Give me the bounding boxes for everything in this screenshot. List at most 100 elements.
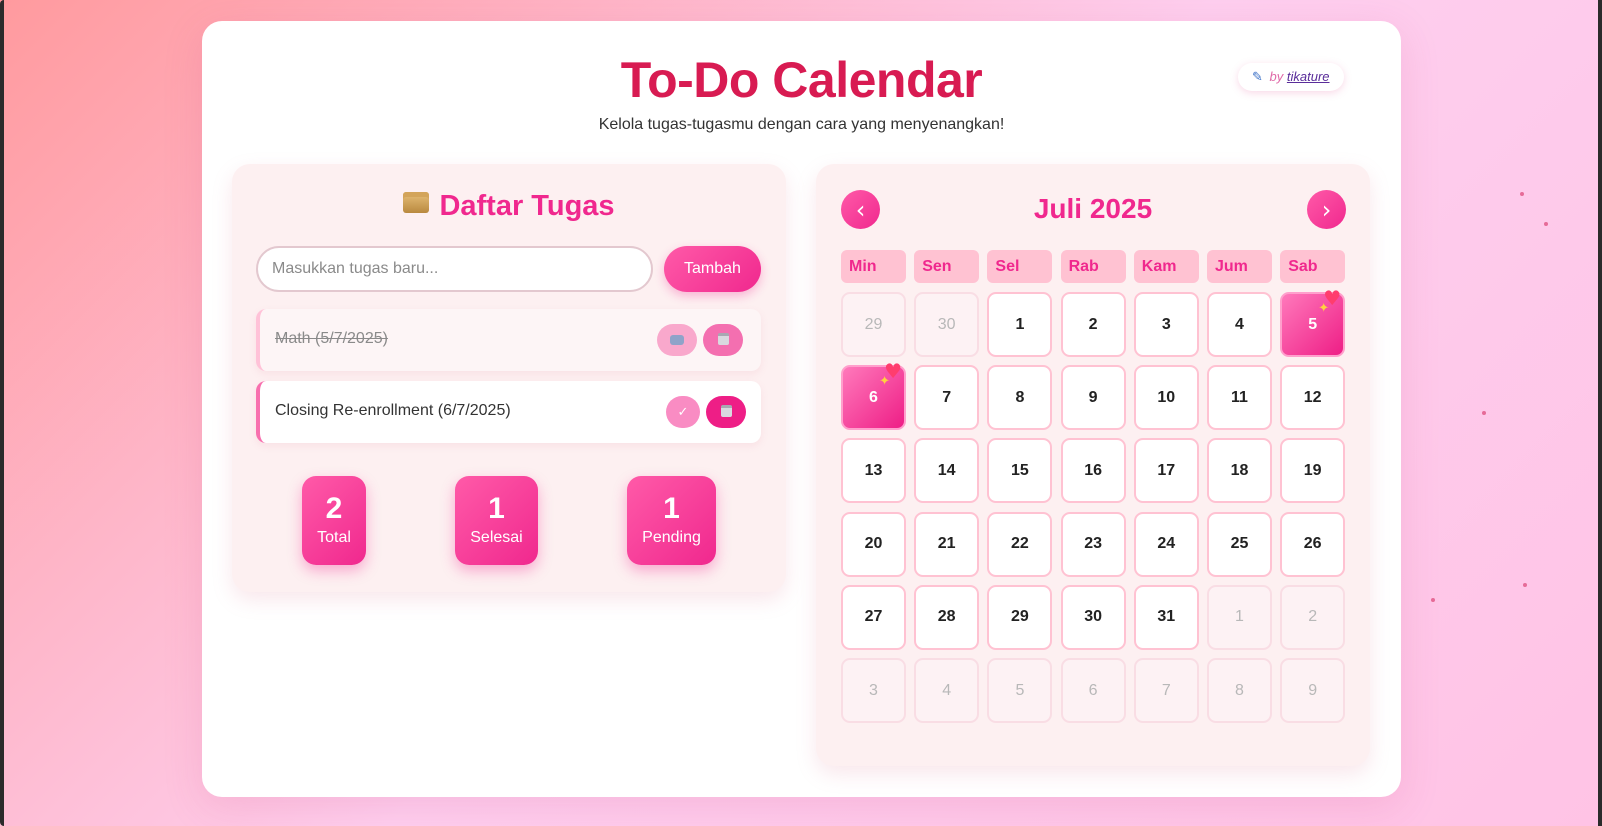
calendar-day-number: 13	[864, 461, 883, 479]
calendar-day-number: 27	[864, 608, 883, 626]
weekday-header: Sab	[1280, 250, 1346, 283]
calendar-day[interactable]: 15	[987, 438, 1053, 504]
background-sparkle	[1482, 411, 1486, 415]
calendar-day[interactable]: 11	[1207, 365, 1272, 431]
task-list-title: Daftar Tugas	[232, 190, 786, 223]
calendar-day[interactable]: 1	[987, 292, 1053, 357]
calendar-day-number: 9	[1308, 681, 1318, 699]
calendar-day-has-task[interactable]: 5 ♥ ✦	[1280, 288, 1346, 357]
calendar-day[interactable]: 13	[841, 438, 906, 504]
calendar-day[interactable]: 24	[1133, 511, 1199, 577]
calendar-day-number: 26	[1303, 535, 1322, 553]
complete-task-button[interactable]: ✓	[666, 396, 700, 428]
calendar-day-has-task[interactable]: 6 ♥ ✦	[841, 361, 906, 431]
folder-icon	[403, 192, 430, 213]
calendar-day-number: 28	[937, 608, 956, 626]
author-link[interactable]: tikature	[1287, 69, 1330, 84]
calendar-day-number: 4	[942, 681, 952, 699]
calendar-day-number: 4	[1235, 315, 1244, 333]
calendar-day[interactable]: 25	[1207, 511, 1272, 577]
page-subtitle: Kelola tugas-tugasmu dengan cara yang me…	[598, 116, 1005, 133]
calendar-day[interactable]: 12	[1280, 365, 1346, 431]
calendar-day[interactable]: 9	[1280, 658, 1346, 723]
calendar-day[interactable]: 28	[914, 584, 980, 650]
calendar-day-number: 21	[937, 535, 956, 553]
calendar-day[interactable]: 10	[1133, 365, 1199, 431]
calendar-day[interactable]: 21	[914, 511, 980, 577]
byline-prefix: by	[1269, 69, 1284, 84]
sparkle-icon: ✦	[1318, 301, 1330, 316]
calendar-day[interactable]: 7	[1133, 658, 1199, 723]
calendar-day-number: 11	[1231, 388, 1248, 406]
calendar-day[interactable]: 26	[1280, 511, 1346, 577]
calendar-day[interactable]: 29	[987, 584, 1053, 650]
weekday-header: Kam	[1133, 250, 1199, 283]
stat-total: 2 Total	[302, 476, 366, 565]
calendar-day-number: 6	[1088, 681, 1098, 699]
calendar-day-number: 5	[1015, 681, 1025, 699]
calendar-day-number: 30	[937, 315, 956, 333]
calendar-day[interactable]: 20	[841, 511, 906, 577]
calendar-day-number: 17	[1157, 461, 1176, 479]
delete-task-button[interactable]	[706, 396, 746, 428]
calendar-day[interactable]: 17	[1133, 438, 1199, 504]
calendar-day[interactable]: 19	[1280, 438, 1346, 504]
calendar-day[interactable]: 7	[914, 365, 980, 431]
stat-completed-value: 1	[488, 492, 505, 525]
task-text: Math (5/7/2025)	[275, 330, 388, 347]
calendar-day[interactable]: 4	[1207, 292, 1272, 357]
calendar-day[interactable]: 2	[1280, 584, 1346, 650]
task-text: Closing Re-enrollment (6/7/2025)	[275, 402, 511, 419]
calendar-day-number: 2	[1088, 315, 1098, 333]
add-task-button[interactable]: Tambah	[664, 246, 761, 292]
app-card: To-Do Calendar Kelola tugas-tugasmu deng…	[202, 21, 1401, 797]
calendar-day[interactable]: 23	[1060, 511, 1126, 577]
calendar-day[interactable]: 30	[1060, 584, 1126, 650]
trash-icon	[720, 404, 732, 417]
calendar-day[interactable]: 9	[1060, 365, 1126, 431]
undo-task-button[interactable]	[657, 324, 697, 356]
weekday-header: Sel	[987, 250, 1053, 283]
calendar-day[interactable]: 4	[914, 658, 980, 723]
trash-icon	[717, 332, 729, 345]
sparkle-icon: ✦	[879, 374, 890, 390]
calendar-month-title: Juli 2025	[1033, 193, 1153, 224]
calendar-day[interactable]: 29	[841, 292, 906, 357]
calendar-day-number: 5	[1308, 315, 1318, 333]
calendar-day[interactable]: 5	[987, 658, 1053, 723]
delete-task-button[interactable]	[703, 324, 743, 356]
next-month-button[interactable]: ›	[1307, 190, 1346, 229]
calendar-day[interactable]: 16	[1060, 438, 1126, 504]
calendar-day-number: 3	[869, 681, 878, 699]
calendar-day[interactable]: 22	[987, 511, 1053, 577]
calendar-day-number: 12	[1303, 388, 1322, 406]
new-task-input[interactable]	[256, 246, 653, 292]
task-item: Closing Re-enrollment (6/7/2025) ✓	[256, 381, 761, 443]
calendar-panel: ‹ Juli 2025 › Min Sen Sel Rab Kam Jum Sab 29 30 1…	[816, 164, 1370, 766]
task-list-title-text: Daftar Tugas	[439, 190, 615, 222]
calendar-day[interactable]: 31	[1133, 584, 1199, 650]
calendar-day[interactable]: 30	[914, 292, 980, 357]
calendar-day-number: 10	[1157, 388, 1176, 406]
calendar-day-number: 20	[864, 535, 883, 553]
calendar-day-number: 29	[864, 315, 883, 333]
calendar-day[interactable]: 8	[987, 365, 1053, 431]
calendar-day[interactable]: 27	[841, 584, 906, 650]
calendar-day[interactable]: 6	[1060, 658, 1126, 723]
calendar-day[interactable]: 18	[1207, 438, 1272, 504]
calendar-day-number: 14	[937, 461, 956, 479]
weekday-header: Jum	[1207, 250, 1272, 283]
background-sparkle	[1520, 192, 1524, 196]
stat-pending-value: 1	[663, 492, 680, 525]
calendar-day[interactable]: 3	[841, 658, 906, 723]
calendar-day-number: 1	[1015, 315, 1025, 333]
calendar-day-number: 1	[1235, 608, 1244, 626]
window-frame-right	[1598, 0, 1602, 826]
calendar-day[interactable]: 2	[1060, 292, 1126, 357]
calendar-day[interactable]: 14	[914, 438, 980, 504]
calendar-day[interactable]: 3	[1133, 292, 1199, 357]
calendar-day[interactable]: 1	[1207, 584, 1272, 650]
calendar-day-number: 23	[1084, 535, 1102, 553]
window-frame-left	[0, 0, 4, 826]
calendar-day[interactable]: 8	[1207, 658, 1272, 723]
